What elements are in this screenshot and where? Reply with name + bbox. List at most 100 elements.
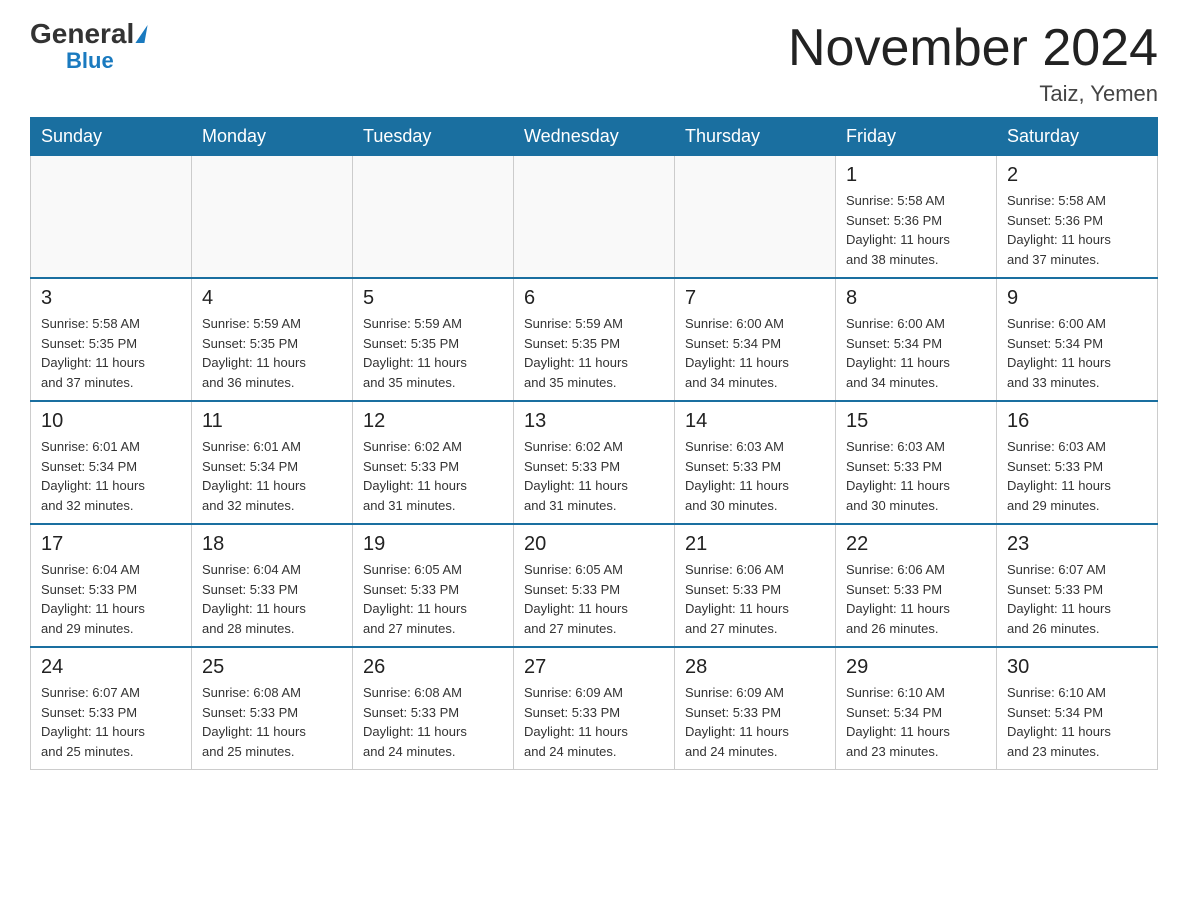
- location: Taiz, Yemen: [788, 81, 1158, 107]
- day-number: 20: [524, 533, 664, 556]
- calendar-cell: 7 Sunrise: 6:00 AM Sunset: 5:34 PM Daylig…: [675, 278, 836, 401]
- day-number: 8: [846, 287, 986, 310]
- calendar-week-row: 10 Sunrise: 6:01 AM Sunset: 5:34 PM Dayli…: [31, 401, 1158, 524]
- calendar-cell: 5Sunrise: 5:59 AM Sunset: 5:35 PM Daylig…: [353, 278, 514, 401]
- calendar-cell: 17Sunrise: 6:04 AM Sunset: 5:33 PM Dayli…: [31, 524, 192, 647]
- calendar-cell: [514, 156, 675, 279]
- calendar-cell: 3 Sunrise: 5:58 AM Sunset: 5:35 PM Daylig…: [31, 278, 192, 401]
- calendar-cell: 20 Sunrise: 6:05 AM Sunset: 5:33 PM Dayli…: [514, 524, 675, 647]
- day-number: 29: [846, 656, 986, 679]
- weekday-header-saturday: Saturday: [997, 118, 1158, 156]
- day-number: 23: [1007, 533, 1147, 556]
- day-info: Sunrise: 6:09 AM Sunset: 5:33 PM Dayligh…: [685, 683, 825, 761]
- weekday-header-thursday: Thursday: [675, 118, 836, 156]
- day-number: 13: [524, 410, 664, 433]
- calendar-cell: 27 Sunrise: 6:09 AM Sunset: 5:33 PM Dayli…: [514, 647, 675, 770]
- day-number: 5: [363, 287, 503, 310]
- calendar-cell: 15 Sunrise: 6:03 AM Sunset: 5:33 PM Dayli…: [836, 401, 997, 524]
- calendar-cell: 2 Sunrise: 5:58 AM Sunset: 5:36 PM Daylig…: [997, 156, 1158, 279]
- day-info: Sunrise: 6:07 AM Sunset: 5:33 PM Dayligh…: [1007, 560, 1147, 638]
- day-number: 19: [363, 533, 503, 556]
- calendar-week-row: 1 Sunrise: 5:58 AM Sunset: 5:36 PM Daylig…: [31, 156, 1158, 279]
- calendar-week-row: 3 Sunrise: 5:58 AM Sunset: 5:35 PM Daylig…: [31, 278, 1158, 401]
- day-info: Sunrise: 6:07 AM Sunset: 5:33 PM Dayligh…: [41, 683, 181, 761]
- day-number: 12: [363, 410, 503, 433]
- day-number: 3: [41, 287, 181, 310]
- day-info: Sunrise: 5:58 AM Sunset: 5:36 PM Dayligh…: [1007, 191, 1147, 269]
- weekday-header-sunday: Sunday: [31, 118, 192, 156]
- day-info: Sunrise: 6:02 AM Sunset: 5:33 PM Dayligh…: [363, 437, 503, 515]
- day-info: Sunrise: 6:00 AM Sunset: 5:34 PM Dayligh…: [846, 314, 986, 392]
- calendar-cell: 1 Sunrise: 5:58 AM Sunset: 5:36 PM Daylig…: [836, 156, 997, 279]
- day-info: Sunrise: 6:10 AM Sunset: 5:34 PM Dayligh…: [1007, 683, 1147, 761]
- logo: General Blue: [30, 20, 146, 74]
- calendar-cell: 24 Sunrise: 6:07 AM Sunset: 5:33 PM Dayli…: [31, 647, 192, 770]
- calendar-cell: 18 Sunrise: 6:04 AM Sunset: 5:33 PM Dayli…: [192, 524, 353, 647]
- day-number: 18: [202, 533, 342, 556]
- day-info: Sunrise: 6:06 AM Sunset: 5:33 PM Dayligh…: [685, 560, 825, 638]
- weekday-header-friday: Friday: [836, 118, 997, 156]
- calendar-cell: 26Sunrise: 6:08 AM Sunset: 5:33 PM Dayli…: [353, 647, 514, 770]
- day-number: 1: [846, 164, 986, 187]
- day-number: 14: [685, 410, 825, 433]
- calendar-cell: 16 Sunrise: 6:03 AM Sunset: 5:33 PM Dayli…: [997, 401, 1158, 524]
- day-info: Sunrise: 6:06 AM Sunset: 5:33 PM Dayligh…: [846, 560, 986, 638]
- calendar-week-row: 24 Sunrise: 6:07 AM Sunset: 5:33 PM Dayli…: [31, 647, 1158, 770]
- calendar-cell: 6 Sunrise: 5:59 AM Sunset: 5:35 PM Daylig…: [514, 278, 675, 401]
- calendar-week-row: 17Sunrise: 6:04 AM Sunset: 5:33 PM Dayli…: [31, 524, 1158, 647]
- calendar-cell: 23 Sunrise: 6:07 AM Sunset: 5:33 PM Dayli…: [997, 524, 1158, 647]
- calendar-cell: 19 Sunrise: 6:05 AM Sunset: 5:33 PM Dayli…: [353, 524, 514, 647]
- weekday-header-tuesday: Tuesday: [353, 118, 514, 156]
- day-info: Sunrise: 6:02 AM Sunset: 5:33 PM Dayligh…: [524, 437, 664, 515]
- calendar-cell: 11Sunrise: 6:01 AM Sunset: 5:34 PM Dayli…: [192, 401, 353, 524]
- day-number: 7: [685, 287, 825, 310]
- calendar-cell: 14 Sunrise: 6:03 AM Sunset: 5:33 PM Dayli…: [675, 401, 836, 524]
- day-number: 15: [846, 410, 986, 433]
- month-title: November 2024: [788, 20, 1158, 77]
- calendar-cell: 22 Sunrise: 6:06 AM Sunset: 5:33 PM Dayli…: [836, 524, 997, 647]
- day-number: 6: [524, 287, 664, 310]
- day-info: Sunrise: 6:08 AM Sunset: 5:33 PM Dayligh…: [363, 683, 503, 761]
- calendar-cell: [353, 156, 514, 279]
- calendar-cell: 13 Sunrise: 6:02 AM Sunset: 5:33 PM Dayli…: [514, 401, 675, 524]
- day-info: Sunrise: 6:08 AM Sunset: 5:33 PM Dayligh…: [202, 683, 342, 761]
- calendar-table: SundayMondayTuesdayWednesdayThursdayFrid…: [30, 117, 1158, 770]
- day-info: Sunrise: 6:03 AM Sunset: 5:33 PM Dayligh…: [1007, 437, 1147, 515]
- title-area: November 2024 Taiz, Yemen: [788, 20, 1158, 107]
- weekday-header-wednesday: Wednesday: [514, 118, 675, 156]
- day-info: Sunrise: 6:00 AM Sunset: 5:34 PM Dayligh…: [685, 314, 825, 392]
- day-info: Sunrise: 6:04 AM Sunset: 5:33 PM Dayligh…: [41, 560, 181, 638]
- day-number: 27: [524, 656, 664, 679]
- day-number: 16: [1007, 410, 1147, 433]
- calendar-cell: [31, 156, 192, 279]
- calendar-cell: 21 Sunrise: 6:06 AM Sunset: 5:33 PM Dayli…: [675, 524, 836, 647]
- day-info: Sunrise: 6:03 AM Sunset: 5:33 PM Dayligh…: [846, 437, 986, 515]
- calendar-cell: 28 Sunrise: 6:09 AM Sunset: 5:33 PM Dayli…: [675, 647, 836, 770]
- day-info: Sunrise: 6:00 AM Sunset: 5:34 PM Dayligh…: [1007, 314, 1147, 392]
- calendar-cell: 29 Sunrise: 6:10 AM Sunset: 5:34 PM Dayli…: [836, 647, 997, 770]
- day-info: Sunrise: 6:05 AM Sunset: 5:33 PM Dayligh…: [524, 560, 664, 638]
- day-info: Sunrise: 5:58 AM Sunset: 5:35 PM Dayligh…: [41, 314, 181, 392]
- calendar-cell: 10 Sunrise: 6:01 AM Sunset: 5:34 PM Dayli…: [31, 401, 192, 524]
- day-number: 9: [1007, 287, 1147, 310]
- day-info: Sunrise: 6:10 AM Sunset: 5:34 PM Dayligh…: [846, 683, 986, 761]
- calendar-cell: [675, 156, 836, 279]
- day-info: Sunrise: 6:09 AM Sunset: 5:33 PM Dayligh…: [524, 683, 664, 761]
- day-number: 21: [685, 533, 825, 556]
- day-info: Sunrise: 6:01 AM Sunset: 5:34 PM Dayligh…: [41, 437, 181, 515]
- day-info: Sunrise: 6:05 AM Sunset: 5:33 PM Dayligh…: [363, 560, 503, 638]
- calendar-cell: 8 Sunrise: 6:00 AM Sunset: 5:34 PM Daylig…: [836, 278, 997, 401]
- day-number: 22: [846, 533, 986, 556]
- page-header: General Blue November 2024 Taiz, Yemen: [30, 20, 1158, 107]
- day-info: Sunrise: 5:59 AM Sunset: 5:35 PM Dayligh…: [524, 314, 664, 392]
- day-number: 28: [685, 656, 825, 679]
- day-number: 2: [1007, 164, 1147, 187]
- calendar-cell: 25Sunrise: 6:08 AM Sunset: 5:33 PM Dayli…: [192, 647, 353, 770]
- calendar-cell: 12 Sunrise: 6:02 AM Sunset: 5:33 PM Dayli…: [353, 401, 514, 524]
- logo-blue-text: Blue: [66, 48, 114, 74]
- day-info: Sunrise: 5:58 AM Sunset: 5:36 PM Dayligh…: [846, 191, 986, 269]
- day-info: Sunrise: 6:03 AM Sunset: 5:33 PM Dayligh…: [685, 437, 825, 515]
- day-number: 24: [41, 656, 181, 679]
- day-info: Sunrise: 6:04 AM Sunset: 5:33 PM Dayligh…: [202, 560, 342, 638]
- day-number: 10: [41, 410, 181, 433]
